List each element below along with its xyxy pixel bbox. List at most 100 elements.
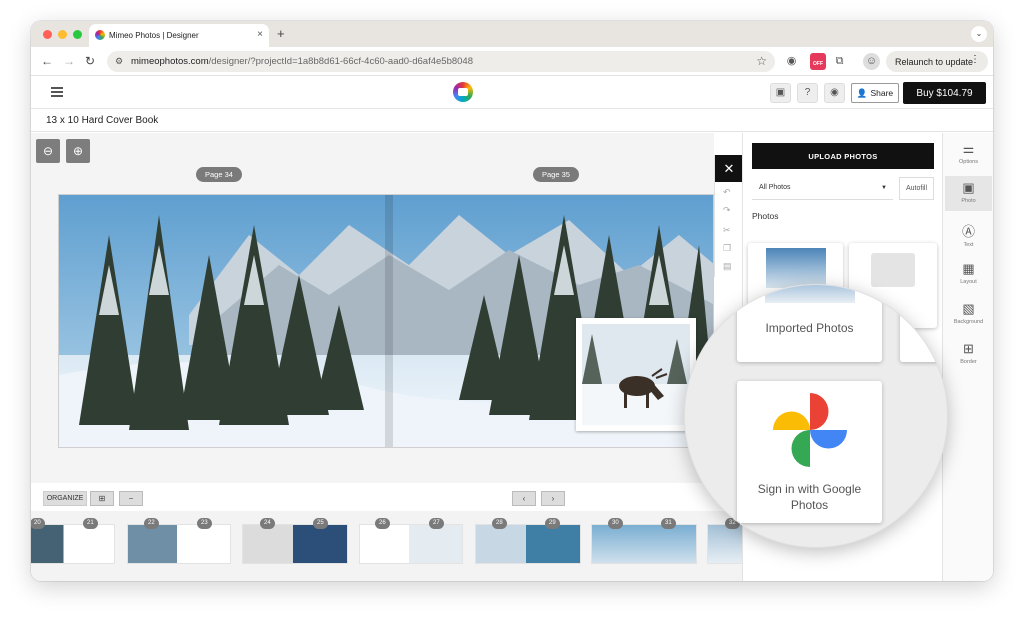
new-tab-button[interactable]: + [277, 26, 285, 41]
add-page-icon[interactable]: ⊞ [90, 491, 114, 506]
uploads-partial-label: ds [906, 310, 913, 316]
back-arrow-icon[interactable]: ← [41, 54, 53, 68]
kebab-menu-icon[interactable]: ⋮ [970, 54, 980, 65]
next-spread-button[interactable]: › [541, 491, 565, 506]
add-person-icon: 👤 [856, 87, 868, 98]
photo-source-select[interactable]: All Photos ▼ [752, 177, 893, 200]
help-icon[interactable]: ? [797, 83, 818, 103]
reload-icon[interactable]: ↻ [85, 54, 95, 68]
page-number: 30 [608, 518, 623, 529]
text-icon: Ⓐ [961, 224, 975, 239]
moose-photo [582, 324, 690, 425]
page-controls: ORGANIZE ⊞ − ‹ › [31, 483, 742, 511]
page-number: 31 [661, 518, 676, 529]
sidebar-label: Border [960, 359, 977, 365]
sidebar-label: Photo [961, 198, 976, 204]
imported-photos-card[interactable]: Imported Photos [737, 285, 882, 362]
moose-photo-frame[interactable] [576, 318, 696, 431]
site-favicon-icon [95, 30, 105, 40]
remove-page-icon[interactable]: − [119, 491, 143, 506]
prev-spread-button[interactable]: ‹ [512, 491, 536, 506]
share-button[interactable]: 👤 Share [851, 83, 899, 103]
thumbnail-spread[interactable] [591, 524, 697, 564]
google-photos-card[interactable]: Sign in with Google Photos [737, 381, 882, 523]
photo-source-value: All Photos [759, 184, 791, 191]
sidebar-item-border[interactable]: ⊞ Border [945, 337, 992, 372]
tab-bar: Mimeo Photos | Designer × + ⌄ [31, 21, 993, 47]
close-icon[interactable]: ✕ [715, 155, 743, 182]
toolbar: ← → ↻ ⚙ mimeophotos.com/designer/?projec… [31, 47, 993, 76]
tool-sidebar: ⚌ Options ▣ Photo Ⓐ Text ▦ Layout ▧ Backgroun… [942, 133, 993, 581]
close-window-button[interactable] [43, 30, 52, 39]
sidebar-item-layout[interactable]: ▦ Layout [945, 257, 992, 292]
site-info-icon[interactable]: ⚙ [115, 56, 123, 67]
copy-icon[interactable]: ❐ [723, 243, 731, 254]
cut-icon[interactable]: ✂ [723, 225, 731, 236]
page-number: 25 [313, 518, 328, 529]
tab-title: Mimeo Photos | Designer [109, 31, 199, 40]
tab-search-chevron-icon[interactable]: ⌄ [971, 26, 987, 42]
redo-icon[interactable]: ↷ [723, 205, 731, 216]
off-extension-icon[interactable]: OFF [810, 53, 826, 70]
sidebar-item-photo[interactable]: ▣ Photo [945, 176, 992, 211]
thumbnail-spread[interactable] [707, 524, 747, 564]
google-photos-pinwheel-icon [773, 393, 847, 467]
sidebar-label: Options [959, 159, 978, 165]
puzzle-extensions-icon[interactable]: ⧉ [831, 53, 848, 70]
autofill-button[interactable]: Autofill [899, 177, 934, 200]
page-number: 29 [545, 518, 560, 529]
preview-eye-icon[interactable]: ◉ [824, 83, 845, 103]
page-number: 20 [31, 518, 45, 529]
object-toolbar: ✕ ↶ ↷ ✂ ❐ ▤ [714, 155, 743, 277]
page-number: 27 [429, 518, 444, 529]
uploads-card[interactable]: ds [900, 285, 947, 362]
design-canvas: ⊖ ⊕ Page 34 Page 35 [31, 133, 714, 483]
thumbnail-spread[interactable] [475, 524, 581, 564]
relaunch-label: Relaunch to update [895, 56, 974, 67]
page-number: 23 [197, 518, 212, 529]
page-label-left: Page 34 [196, 167, 242, 182]
spread-thumbnails: 20 21 22 23 24 25 26 27 28 29 30 31 32 [31, 511, 747, 581]
save-icon[interactable]: ▣ [770, 83, 791, 103]
relaunch-to-update-button[interactable]: Relaunch to update ⋮ [886, 51, 988, 72]
page-number: 28 [492, 518, 507, 529]
page-number: 22 [144, 518, 159, 529]
sidebar-item-text[interactable]: Ⓐ Text [945, 217, 992, 252]
share-label: Share [870, 88, 894, 98]
imported-photos-thumb [766, 248, 826, 288]
address-bar[interactable]: ⚙ mimeophotos.com/designer/?projectId=1a… [107, 51, 775, 72]
hamburger-menu-icon[interactable] [51, 87, 63, 97]
magnifier-callout: Imported Photos ds Sign in with Google P… [684, 284, 948, 548]
zoom-in-icon[interactable]: ⊕ [66, 139, 90, 163]
sidebar-item-options[interactable]: ⚌ Options [945, 137, 992, 172]
forward-arrow-icon[interactable]: → [63, 54, 75, 68]
zoom-window-button[interactable] [73, 30, 82, 39]
background-icon: ▧ [962, 301, 975, 316]
profile-avatar[interactable]: ☺ [863, 53, 880, 70]
photos-heading: Photos [752, 211, 779, 221]
tab-close-icon[interactable]: × [257, 29, 263, 40]
sidebar-label: Background [953, 319, 984, 325]
zoom-out-icon[interactable]: ⊖ [36, 139, 60, 163]
book-spread[interactable] [58, 194, 714, 448]
thumbnail-spread[interactable] [31, 524, 115, 564]
mimeo-logo [453, 82, 473, 102]
upload-photos-button[interactable]: UPLOAD PHOTOS [752, 143, 934, 169]
bookmark-star-icon[interactable]: ☆ [756, 54, 767, 68]
url-path: /designer/?projectId=1a8b8d61-66cf-4c60-… [208, 56, 473, 67]
thumbnail-spread[interactable] [242, 524, 348, 564]
buy-button[interactable]: Buy $104.79 [903, 82, 986, 104]
sidebar-item-background[interactable]: ▧ Background [945, 297, 992, 332]
thumbnail-spread[interactable] [359, 524, 463, 564]
thumbnail-spread[interactable] [127, 524, 231, 564]
google-photos-label: Sign in with Google Photos [757, 482, 862, 512]
paste-icon[interactable]: ▤ [723, 261, 732, 272]
minimize-window-button[interactable] [58, 30, 67, 39]
organize-button[interactable]: ORGANIZE [43, 491, 87, 506]
browser-tab[interactable]: Mimeo Photos | Designer × [89, 24, 269, 47]
page-number: 24 [260, 518, 275, 529]
imported-photos-thumb [765, 285, 855, 303]
undo-icon[interactable]: ↶ [723, 187, 731, 198]
camera-extension-icon[interactable]: ◉ [783, 53, 800, 70]
layout-icon: ▦ [962, 261, 975, 276]
